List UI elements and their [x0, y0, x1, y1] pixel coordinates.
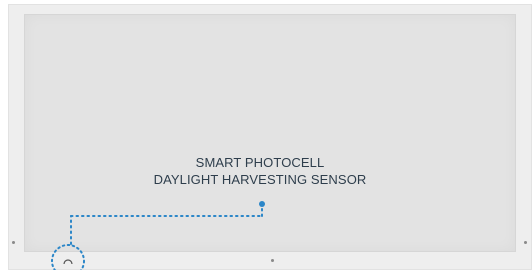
callout-leader: [51, 201, 265, 270]
callout-caption: SMART PHOTOCELL DAYLIGHT HARVESTING SENS…: [150, 154, 370, 188]
callout-line1: SMART PHOTOCELL: [195, 155, 325, 170]
callout-end-dot: [259, 201, 265, 207]
callout-line2: DAYLIGHT HARVESTING SENSOR: [153, 172, 367, 187]
product-illustration: SMART PHOTOCELL DAYLIGHT HARVESTING SENS…: [0, 0, 532, 270]
callout-ring: [51, 244, 85, 270]
